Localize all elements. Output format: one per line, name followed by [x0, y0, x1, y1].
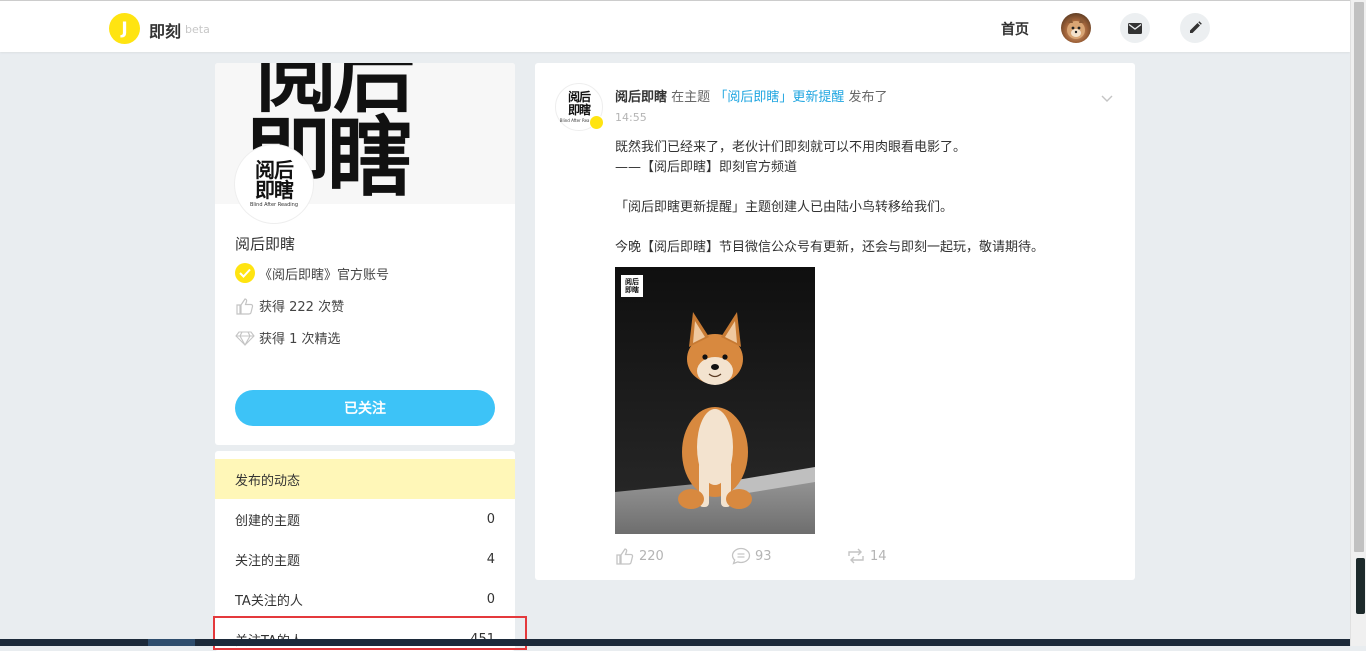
top-navbar: J 即刻 beta 首页 [0, 0, 1350, 52]
menu-item-followed-topics[interactable]: 关注的主题 4 [215, 539, 515, 579]
pencil-icon [1190, 21, 1202, 33]
menu-item-following[interactable]: TA关注的人 0 [215, 579, 515, 619]
verified-badge-icon [235, 263, 255, 283]
thumbs-up-icon [616, 548, 634, 565]
compose-button[interactable] [1180, 13, 1210, 43]
like-count: 220 [639, 548, 664, 564]
post-topic-link[interactable]: 「阅后即瞎」更新提醒 [714, 90, 844, 105]
page-scrollbar[interactable] [1350, 0, 1366, 646]
repost-button[interactable]: 14 [846, 547, 887, 565]
dog-avatar-icon [1067, 17, 1085, 39]
chevron-down-icon [1101, 95, 1113, 102]
menu-item-created-topics[interactable]: 创建的主题 0 [215, 499, 515, 539]
avatar-subtext: Blind After Reading [249, 202, 299, 208]
menu-item-label: TA关注的人 [235, 593, 303, 609]
comment-button[interactable]: 93 [731, 547, 772, 565]
shiba-dog-photo [615, 267, 815, 534]
post-line: 既然我们已经来了，老伙计们即刻就可以不用肉眼看电影了。 [615, 140, 967, 155]
jike-logo-icon[interactable]: J [109, 13, 140, 44]
post-header: 阅后即瞎 在主题 「阅后即瞎」更新提醒 发布了 [615, 86, 887, 105]
menu-item-label: 关注的主题 [235, 553, 301, 569]
diamond-icon [235, 330, 255, 346]
post-line: ——【阅后即瞎】即刻官方频道 [615, 160, 798, 175]
nav-home-link[interactable]: 首页 [1001, 19, 1029, 39]
menu-item-count: 4 [486, 551, 495, 567]
post-card: 阅后 即瞎 Blind After Reading 阅后即瞎 在主题 「阅后即瞎… [535, 63, 1135, 580]
image-watermark-logo: 阅后 即瞎 [621, 275, 643, 297]
mail-icon [1128, 22, 1142, 34]
likes-text: 获得 222 次赞 [259, 300, 345, 315]
repost-icon [848, 548, 864, 564]
thumbs-up-icon [236, 297, 254, 315]
post-image[interactable]: 阅后 即瞎 [615, 267, 815, 534]
os-taskbar [0, 639, 1350, 646]
menu-item-label: 发布的动态 [235, 473, 301, 489]
post-time: 14:55 [615, 111, 647, 124]
repost-count: 14 [870, 548, 887, 564]
beta-label: beta [185, 23, 210, 36]
follow-button[interactable]: 已关注 [235, 390, 495, 426]
featured-text: 获得 1 次精选 [259, 332, 341, 347]
post-avatar-text-line2: 即瞎 [567, 103, 591, 117]
post-in-topic-text: 在主题 [671, 90, 711, 105]
taskbar-item[interactable] [148, 639, 195, 646]
menu-item-posts[interactable]: 发布的动态 [215, 459, 515, 499]
user-avatar[interactable] [1061, 13, 1091, 43]
like-button[interactable]: 220 [615, 547, 664, 565]
comment-icon [731, 547, 751, 565]
menu-item-count: 0 [486, 511, 495, 527]
post-line: 今晚【阅后即瞎】节目微信公众号有更新，还会与即刻一起玩，敬请期待。 [615, 240, 1045, 255]
verified-icon [589, 115, 604, 130]
app-name[interactable]: 即刻 [149, 18, 181, 42]
profile-avatar[interactable]: 阅后 即瞎 Blind After Reading [235, 145, 313, 223]
official-badge-text: 《阅后即瞎》官方账号 [259, 267, 390, 283]
scrollbar-thumb[interactable] [1354, 2, 1364, 552]
profile-card: 阅后 即瞎 阅后 即瞎 Blind After Reading 阅后即瞎 《阅后… [215, 63, 515, 445]
profile-name: 阅后即瞎 [235, 235, 296, 253]
post-author-link[interactable]: 阅后即瞎 [615, 90, 667, 105]
post-line: 「阅后即瞎更新提醒」主题创建人已由陆小鸟转移给我们。 [615, 200, 954, 215]
featured-row: 获得 1 次精选 [235, 328, 341, 347]
post-content: 既然我们已经来了，老伙计们即刻就可以不用肉眼看电影了。 ——【阅后即瞎】即刻官方… [615, 138, 1115, 258]
likes-row: 获得 222 次赞 [235, 296, 344, 315]
comment-count: 93 [755, 548, 772, 564]
messages-button[interactable] [1120, 13, 1150, 43]
post-options-button[interactable] [1101, 88, 1113, 107]
post-action-text: 发布了 [848, 90, 888, 105]
avatar-text-line1: 阅后 [255, 158, 294, 182]
side-widget [1356, 558, 1365, 614]
avatar-text-line2: 即瞎 [255, 178, 294, 202]
image-logo-line2: 即瞎 [625, 285, 639, 294]
menu-item-count: 0 [486, 591, 495, 607]
official-badge-row: 《阅后即瞎》官方账号 [235, 263, 389, 283]
menu-item-label: 创建的主题 [235, 513, 301, 529]
